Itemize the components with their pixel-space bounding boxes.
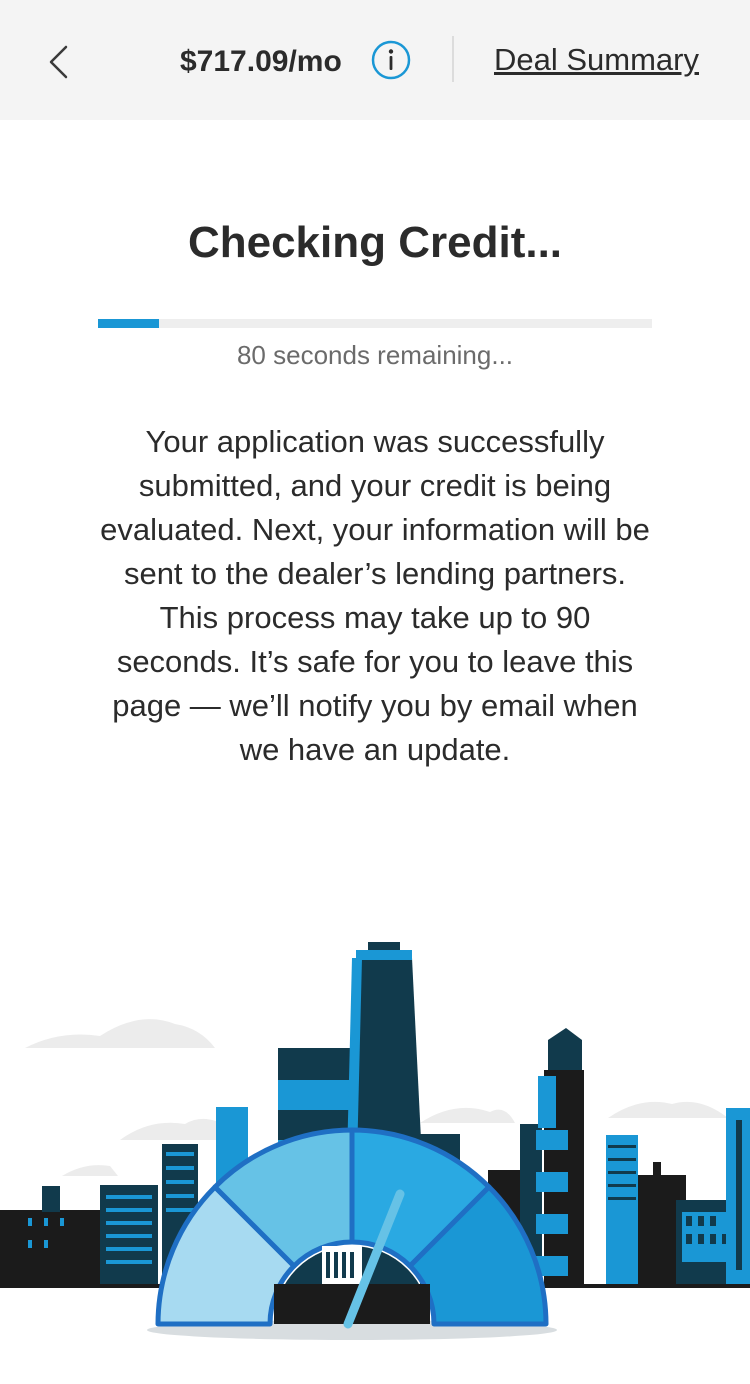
progress-bar: [98, 319, 652, 328]
monthly-price: $717.09/mo: [180, 45, 342, 78]
info-circle-icon: [371, 40, 411, 80]
info-button[interactable]: [371, 40, 411, 80]
page-title: Checking Credit...: [187, 218, 563, 267]
top-bar: $717.09/mo Deal Summary: [0, 0, 750, 120]
deal-summary-link[interactable]: Deal Summary: [494, 38, 699, 82]
back-button[interactable]: [40, 40, 76, 84]
credit-gauge-cityscape-illustration: [0, 942, 750, 1340]
chevron-left-icon: [49, 45, 68, 79]
status-message: Your application was successfully submit…: [100, 424, 650, 767]
time-remaining: 80 seconds remaining...: [236, 340, 514, 370]
header-divider: [452, 36, 454, 82]
progress-bar-fill: [98, 319, 159, 328]
